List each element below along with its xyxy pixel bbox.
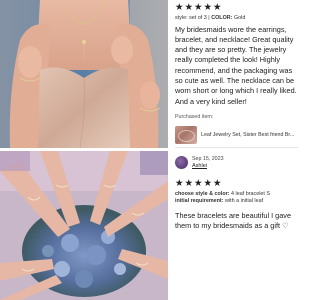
reviewer-info: Sep 15, 2023 Ashlei: [175, 156, 224, 169]
review-card-1: ★ ★ ★ ★ ★ style: set of 3 | COLOR: Gold …: [175, 3, 298, 144]
style-value: set of 3: [189, 14, 207, 21]
purchased-item-label: Purchased item:: [175, 113, 214, 120]
review-photo-bridesmaid[interactable]: [0, 0, 168, 148]
star-icon: ★: [194, 178, 203, 189]
review-text: These bracelets are beautiful I gave the…: [175, 210, 292, 230]
initial-label: initial requirement:: [175, 197, 224, 204]
star-icon: ★: [213, 2, 222, 13]
review-date: Sep 15, 2023: [192, 156, 224, 162]
product-thumbnail[interactable]: [175, 125, 197, 144]
review-photo-bracelets[interactable]: [0, 151, 168, 300]
style-label: style:: [175, 14, 188, 21]
reviewer-name-link[interactable]: Ashlei: [192, 163, 224, 170]
star-icon: ★: [184, 178, 194, 189]
color-label: COLOR:: [211, 14, 233, 21]
variation-initial: initial requirement: with a initial leaf: [175, 198, 298, 204]
star-rating: ★ ★ ★ ★ ★: [175, 179, 298, 189]
bridesmaid-photo-graphic: [0, 0, 168, 148]
star-icon: ★: [203, 178, 213, 189]
review-text: My bridesmaids wore the earrings, bracel…: [175, 24, 297, 106]
initial-value: with a initial leaf: [225, 197, 264, 204]
review-divider: [175, 147, 298, 148]
style-value: 4 leaf bracelet S: [231, 190, 270, 197]
variation-details: style: set of 3 | COLOR: Gold: [175, 14, 246, 21]
style-label: choose style & color:: [175, 190, 230, 197]
color-value: Gold: [233, 14, 246, 21]
bracelets-photo-graphic: [0, 151, 168, 300]
star-icon: ★: [203, 2, 213, 13]
purchased-item-name[interactable]: Leaf Jewelry Set, Sister Best friend Br.…: [201, 132, 297, 138]
variation-style: choose style & color: 4 leaf bracelet S: [175, 191, 298, 197]
star-icon: ★: [213, 178, 222, 189]
star-icon: ★: [184, 2, 194, 13]
review-card-2: ★ ★ ★ ★ ★ choose style & color: 4 leaf b…: [175, 179, 298, 231]
star-icon: ★: [175, 178, 184, 189]
star-rating: ★ ★ ★ ★ ★: [175, 3, 298, 13]
star-icon: ★: [194, 2, 203, 13]
avatar[interactable]: [175, 156, 188, 169]
star-icon: ★: [175, 2, 184, 13]
purchased-item-link[interactable]: Leaf Jewelry Set, Sister Best friend Br.…: [175, 125, 298, 144]
